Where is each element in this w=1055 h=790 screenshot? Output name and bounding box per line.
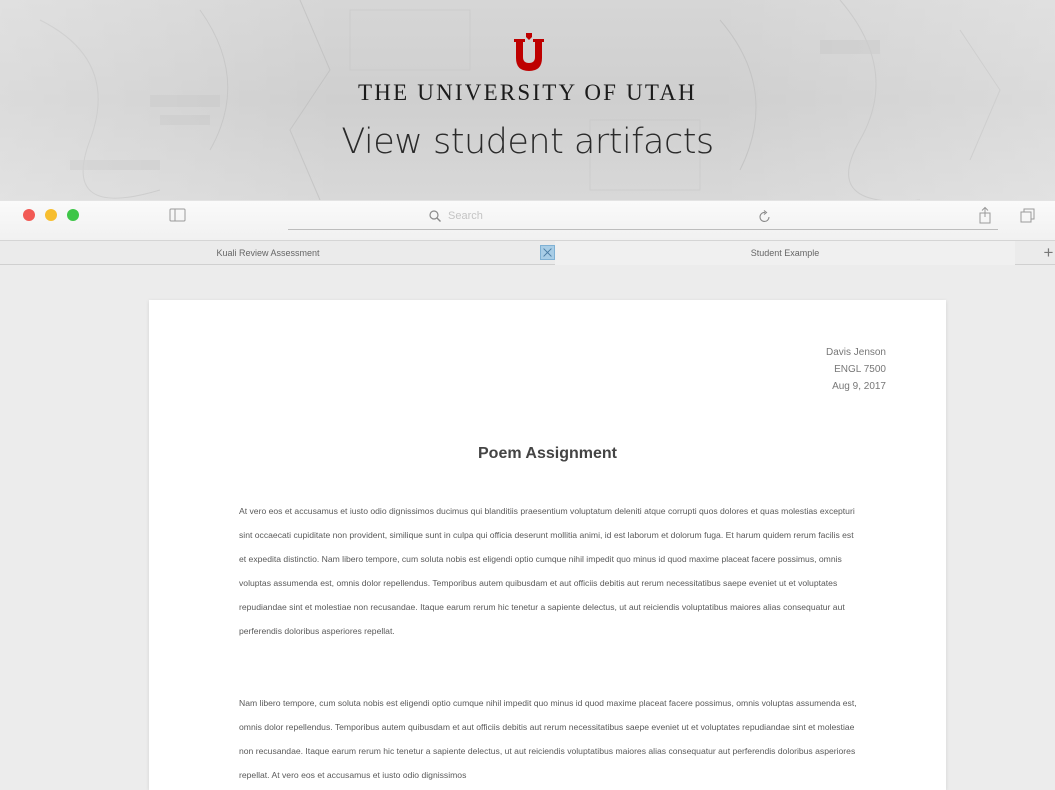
search-input[interactable] [448,206,748,226]
new-tab-button[interactable]: + [1042,242,1055,264]
tab-close-icon[interactable] [540,245,555,260]
course-code: ENGL 7500 [834,364,886,375]
author-name: Davis Jenson [825,347,886,358]
window-zoom-button[interactable] [67,209,79,221]
share-icon[interactable] [974,206,996,226]
document-title: Poem Assignment [478,445,617,462]
document-paragraph: Nam libero tempore, cum soluta nobis est… [239,698,857,780]
hero-banner: THE UNIVERSITY OF UTAH View student arti… [0,0,1055,200]
document-date: Aug 9, 2017 [832,381,886,392]
tab-student-example[interactable]: Student Example [555,241,1015,265]
tab-bar: Kuali Review Assessment Student Example … [0,240,1055,265]
window-close-button[interactable] [23,209,35,221]
document-page: Davis Jenson ENGL 7500 Aug 9, 2017 Poem … [149,300,946,790]
magnifier-icon [429,210,441,222]
document-paragraph: At vero eos et accusamus et iusto odio d… [239,506,855,636]
university-logo-icon [514,33,544,71]
page-title: View student artifacts [341,122,714,162]
window-minimize-button[interactable] [45,209,57,221]
tab-kuali-review-assessment[interactable]: Kuali Review Assessment [8,241,528,265]
reload-icon[interactable] [758,209,772,224]
document-header-meta: Davis Jenson ENGL 7500 Aug 9, 2017 [826,344,886,395]
address-bar[interactable] [288,204,998,230]
sidebar-icon[interactable] [167,206,189,226]
tabs-overview-icon[interactable] [1017,206,1039,226]
university-name: THE UNIVERSITY OF UTAH [358,80,697,105]
